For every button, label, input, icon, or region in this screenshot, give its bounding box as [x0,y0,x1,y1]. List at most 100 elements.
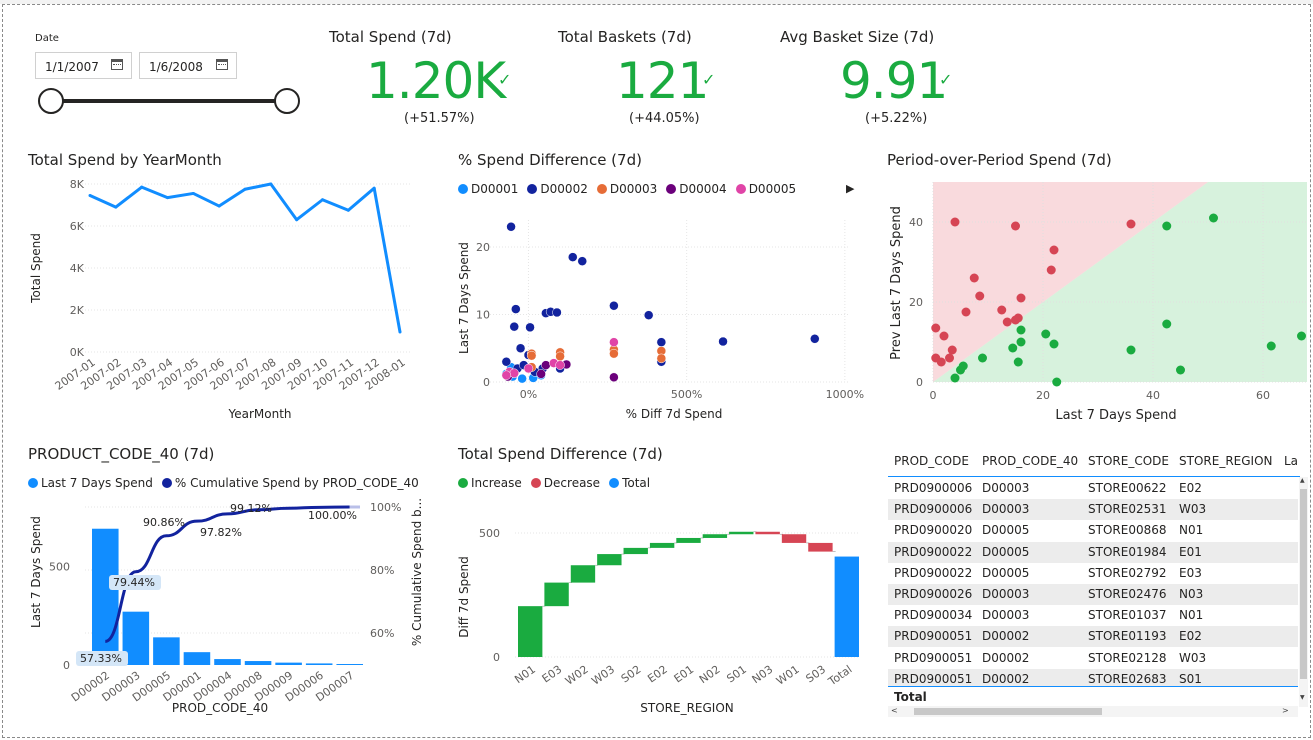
table-cell: E02 [1179,481,1202,495]
waterfall-legend: Increase Decrease Total [458,476,659,490]
column-header[interactable]: STORE_CODE [1088,454,1169,468]
data-label: 90.86% [143,516,185,529]
data-point [1052,377,1062,387]
table-cell: D00002 [982,650,1030,665]
data-point [810,334,820,344]
table-row[interactable]: PRD0900034 D00003 STORE01037 N01 [888,605,1298,626]
legend-label: D00002 [540,182,588,196]
data-point [1126,345,1136,355]
scrollbar-thumb[interactable] [1300,489,1307,679]
kpi-total-spend-value: 1.20K [366,52,506,110]
vertical-scrollbar[interactable]: ▲ ▼ [1299,477,1308,707]
data-point [1162,221,1172,231]
data-point [609,337,619,347]
data-point [950,373,960,383]
kpi-avg-basket-title: Avg Basket Size (7d) [780,28,935,46]
kpi-total-spend-title: Total Spend (7d) [329,28,452,46]
column-header[interactable]: STORE_REGION [1179,454,1273,468]
legend-item[interactable]: D00004 [666,182,727,196]
scroll-right-icon[interactable]: > [1282,706,1289,715]
data-point [1049,339,1059,349]
legend-dot [596,184,607,194]
legend-item[interactable]: D00002 [527,182,588,196]
table-cell: PRD0900051 [894,671,973,686]
scrollbar-thumb[interactable] [914,708,1102,715]
table-row[interactable]: PRD0900051 D00002 STORE02128 W03 [888,648,1298,669]
legend-item[interactable]: Last 7 Days Spend [28,476,153,490]
data-point [114,205,118,209]
data-point [945,353,954,363]
start-date-input[interactable]: 1/1/2007 [35,52,132,79]
legend-item[interactable]: D00003 [596,182,657,196]
table-row[interactable]: PRD0900026 D00003 STORE02476 N03 [888,584,1298,605]
legend-item[interactable]: D00005 [735,182,797,196]
legend-item[interactable]: Total [609,476,650,490]
table-row[interactable]: PRD0900006 D00003 STORE02531 W03 [888,499,1298,521]
scatter-chart[interactable]: 0 10 20 0% 500% 1000% % Diff 7d Spend Last 7 Da… [440,200,870,430]
x-axis-title: YearMonth [227,407,291,421]
x-tick-label: S03 [803,663,828,686]
data-point [506,222,516,232]
waterfall-chart[interactable]: 0 500 N01 E03W02W03 S02 E02 E01 N02 S01 N03W01 S03… [440,495,870,725]
data-point [372,186,376,190]
data-point [1013,313,1023,323]
data-point [1011,221,1020,231]
data-point [321,198,324,202]
line-chart[interactable]: 0K2K4K6K8K2007-012007-022007-032007-0420… [0,170,440,430]
table-row[interactable]: PRD0900006 D00003 STORE00622 E02 [888,478,1298,499]
horizontal-scrollbar[interactable]: < > [888,706,1298,717]
data-point [140,185,144,189]
end-date-input[interactable]: 1/6/2008 [139,52,237,79]
legend-next-arrow-icon[interactable]: ▶ [846,182,854,195]
x-tick-label: E02 [645,663,670,686]
scroll-up-icon[interactable]: ▲ [1300,477,1305,484]
y-tick-label: 20 [909,296,923,309]
legend-item[interactable]: % Cumulative Spend by PROD_CODE_40 [161,476,419,490]
scroll-left-icon[interactable]: < [891,706,898,715]
column-header[interactable]: La [1284,454,1298,468]
table-row[interactable]: PRD0900022 D00005 STORE01984 E01 [888,541,1298,563]
scatter-chart-title: % Spend Difference (7d) [458,151,642,169]
column-header[interactable]: PROD_CODE_40 [982,454,1078,468]
increase-bar [702,534,728,538]
table-row[interactable]: PRD0900051 D00002 STORE01193 E02 [888,626,1298,648]
pop-chart[interactable]: 0 20 40 0 20 40 60 Last 7 Days Spend Prev Last 7… [870,175,1310,430]
data-point [166,196,169,200]
scroll-down-icon[interactable]: ▼ [1300,694,1305,701]
date-range-slider[interactable] [50,99,287,103]
calendar-icon[interactable] [216,59,228,70]
data-point [1266,341,1276,351]
column-header[interactable]: PROD_CODE [894,454,969,468]
legend-item[interactable]: Decrease [530,476,601,490]
data-point [1013,357,1023,367]
table-cell: S01 [1179,671,1202,686]
pareto-chart[interactable]: 60%80%100%0500D00002D00003D00005D00001D0… [0,495,440,725]
data-point [656,337,667,347]
kpi-avg-basket-value: 9.91 [840,52,948,110]
x-axis-title: Last 7 Days Spend [1055,408,1176,423]
legend-label: D00005 [748,182,797,196]
legend-label: Decrease [543,476,601,490]
y-axis-title: Last 7 Days Spend [29,516,43,628]
bar [275,662,302,665]
table-cell: PRD0900020 [894,523,973,538]
slider-start-handle[interactable] [38,88,64,114]
end-date-value: 1/6/2008 [149,60,203,74]
data-point [295,218,299,222]
legend-label: Increase [471,476,522,490]
table-cell: STORE02792 [1088,565,1167,580]
calendar-icon[interactable] [111,59,123,70]
y-tick-label: 0 [493,651,500,664]
legend-item[interactable]: Increase [458,476,522,490]
kpi-avg-basket-delta: (+5.22%) [865,111,928,126]
legend-dot [666,184,677,194]
data-point [501,357,512,367]
table-row[interactable]: PRD0900022 D00005 STORE02792 E03 [888,563,1298,584]
data-point [1041,329,1051,339]
table-row[interactable]: PRD0900020 D00005 STORE00868 N01 [888,520,1298,541]
data-point [718,336,728,347]
line-chart-title: Total Spend by YearMonth [28,151,222,169]
slider-end-handle[interactable] [274,88,300,114]
legend-item[interactable]: D00001 [458,182,518,196]
detail-table[interactable]: PROD_CODE PROD_CODE_40 STORE_CODE STORE_… [888,448,1308,718]
